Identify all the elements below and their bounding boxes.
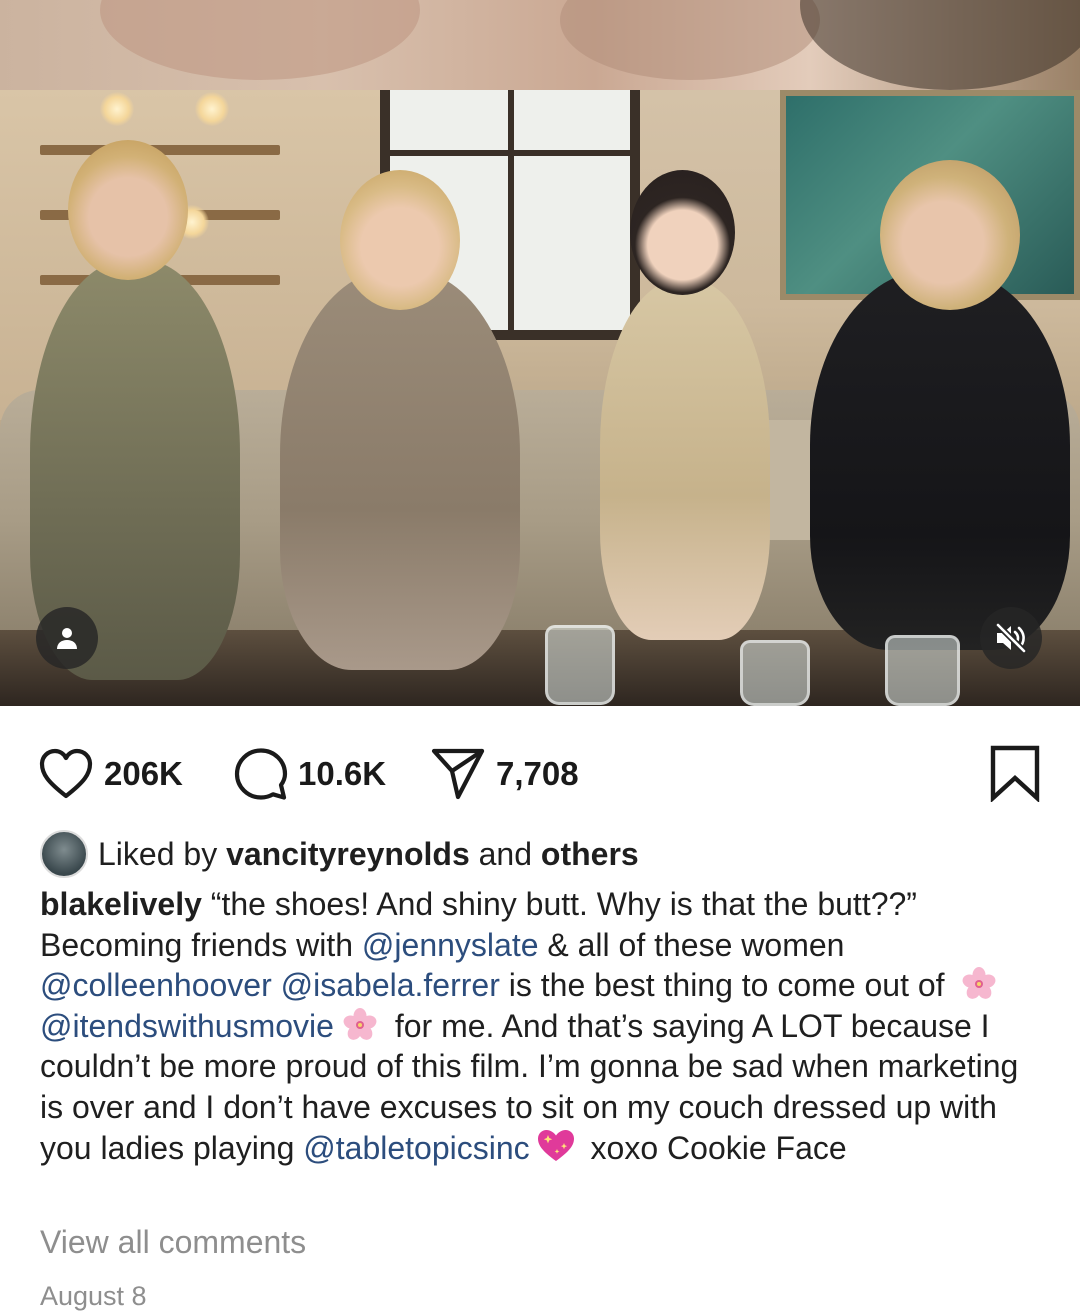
person-4	[810, 270, 1070, 650]
caption-text: & all of these women	[538, 926, 845, 963]
save-button[interactable]	[988, 744, 1042, 807]
liked-by-row[interactable]: Liked by vancityreynolds and others	[40, 830, 639, 878]
mention-link[interactable]: @tabletopicsinc	[303, 1130, 529, 1166]
bookmark-icon	[990, 745, 1040, 803]
cherry-blossom-icon	[963, 967, 996, 999]
person-1-head	[68, 140, 188, 280]
cherry-blossom-icon	[343, 1007, 377, 1040]
person-3-head	[630, 170, 735, 295]
share-action: 7,708	[430, 746, 579, 802]
glass-jar	[885, 635, 960, 706]
person-2	[280, 270, 520, 670]
mention-link[interactable]: @jennyslate	[362, 927, 539, 963]
mute-toggle-button[interactable]	[980, 607, 1042, 669]
post-date: August 8	[40, 1281, 147, 1311]
speaker-muted-icon	[995, 623, 1027, 653]
caption-text: xoxo Cookie Face	[581, 1130, 847, 1166]
like-count[interactable]: 206K	[104, 755, 183, 793]
send-icon[interactable]	[430, 747, 486, 801]
action-bar: 206K 10.6K 7,708	[0, 706, 1080, 826]
liked-by-middle: and	[469, 835, 541, 872]
person-2-head	[340, 170, 460, 310]
wall-lamp	[195, 92, 229, 126]
glass-jar	[545, 625, 615, 705]
mention-link[interactable]: @isabela.ferrer	[281, 967, 500, 1003]
mention-link[interactable]: @colleenhoover	[40, 967, 272, 1003]
comment-action: 10.6K	[234, 746, 386, 802]
person-icon	[57, 628, 77, 649]
comment-bubble-icon[interactable]	[234, 747, 288, 801]
liked-by-prefix: Liked by	[98, 835, 227, 872]
heart-icon[interactable]	[38, 748, 94, 800]
person-4-head	[880, 160, 1020, 310]
view-all-comments-link[interactable]: View all comments	[40, 1224, 306, 1261]
share-count[interactable]: 7,708	[496, 755, 579, 793]
caption-text	[272, 967, 281, 1003]
caption-username[interactable]: blakelively	[40, 886, 202, 922]
liker-avatar[interactable]	[40, 830, 88, 878]
person-3	[600, 280, 770, 640]
mention-link[interactable]: @itendswithusmovie	[40, 1008, 334, 1044]
comment-count[interactable]: 10.6K	[298, 755, 386, 793]
like-action: 206K	[38, 746, 183, 802]
previous-media-strip	[0, 0, 1080, 90]
post-caption: blakelively “the shoes! And shiny butt. …	[40, 884, 1050, 1169]
glass-jar	[740, 640, 810, 706]
wall-lamp	[100, 92, 134, 126]
caption-text: is the best thing to come out of	[499, 967, 954, 1003]
liked-by-others-link[interactable]: others	[541, 836, 639, 872]
tagged-people-button[interactable]	[36, 607, 98, 669]
sparkling-heart-icon	[537, 1130, 574, 1161]
liker-username[interactable]: vancityreynolds	[226, 836, 470, 872]
post-video[interactable]	[0, 90, 1080, 706]
